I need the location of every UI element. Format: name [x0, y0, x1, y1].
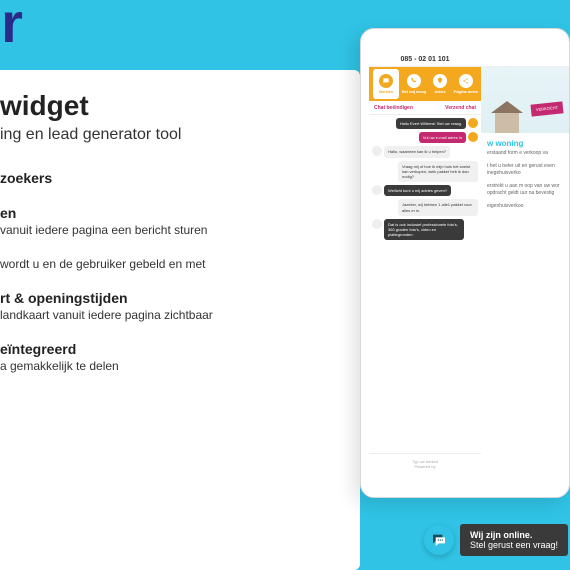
tablet-screen: 085 - 02 01 101 Bericht Bel mij terug	[369, 53, 569, 473]
phone-number-bar: 085 - 02 01 101	[369, 53, 481, 67]
page-paragraph: erstrekt u aan m oop van uw wor opdracht…	[481, 183, 569, 203]
feature-desc: landkaart vanuit iedere pagina zichtbaar	[0, 307, 350, 323]
toolbar-label: Adres	[434, 89, 445, 94]
chat-message: Wellicht kunt u mij advies geven?	[372, 185, 478, 196]
chat-message: Dat is ook inclusief professionele foto'…	[372, 219, 478, 241]
message-bubble: Wellicht kunt u mij advies geven?	[384, 185, 451, 196]
avatar	[468, 118, 478, 128]
message-bubble: Jazeker, wij hebben 1 alle1 pakket voor …	[398, 199, 478, 215]
feature-desc: vanuit iedere pagina een bericht sturen	[0, 222, 350, 238]
chat-popup[interactable]: Wij zijn online. Stel gerust een vraag!	[460, 524, 568, 556]
page-section-title: w woning	[481, 133, 569, 150]
feature-title: zoekers	[0, 170, 350, 187]
feature-desc: wordt u en de gebruiker gebeld en met	[0, 256, 350, 272]
feature-item: rt & openingstijden landkaart vanuit ied…	[0, 290, 350, 323]
end-chat-link[interactable]: Chat beëindigen	[374, 105, 413, 111]
chat-message: Vul uw e-mail adres in	[372, 132, 478, 143]
tablet-mockup: 085 - 02 01 101 Bericht Bel mij terug	[360, 28, 570, 498]
chat-footer: Typ uw bericht Powered by	[369, 453, 481, 473]
feature-title: rt & openingstijden	[0, 290, 350, 307]
chat-message: Jazeker, wij hebben 1 alle1 pakket voor …	[372, 199, 478, 215]
chat-popup-cta: Stel gerust een vraag!	[470, 540, 558, 550]
feature-item: wordt u en de gebruiker gebeld en met	[0, 256, 350, 272]
avatar	[372, 219, 382, 229]
page-topbar	[481, 53, 569, 67]
avatar	[372, 146, 382, 156]
page-hero: VERKOCHT	[481, 67, 569, 133]
page-domain: eigenhuisverkoo	[481, 203, 569, 216]
house-roof-graphic	[491, 101, 523, 113]
toolbar-label: Bel mij terug	[402, 89, 426, 94]
phone-icon	[407, 74, 421, 88]
message-icon	[379, 74, 393, 88]
chat-popup-status: Wij zijn online.	[470, 530, 558, 540]
feature-desc: a gemakkelijk te delen	[0, 358, 350, 374]
feature-item: en vanuit iedere pagina een bericht stur…	[0, 205, 350, 238]
toolbar-label: Bericht	[379, 89, 393, 94]
page-title: widget	[0, 90, 350, 122]
avatar	[468, 132, 478, 142]
sold-sign-text: VERKOCHT	[530, 101, 563, 116]
feature-title: en	[0, 205, 350, 222]
toolbar-button-share[interactable]: Pagina delen	[453, 69, 479, 99]
page-column: VERKOCHT w woning erstaand form e verkoo…	[481, 53, 569, 473]
powered-by-text: Powered by	[414, 464, 435, 469]
chat-header: Chat beëindigen Verzend chat	[369, 101, 481, 115]
page-paragraph: erstaand form e verkoop va	[481, 150, 569, 163]
toolbar-button-message[interactable]: Bericht	[373, 69, 399, 99]
message-bubble: Vraag mij of hoe ik mijn huis het snelst…	[398, 161, 478, 183]
avatar	[372, 185, 382, 195]
feature-item: eïntegreerd a gemakkelijk te delen	[0, 341, 350, 374]
sold-sign: VERKOCHT	[530, 101, 563, 116]
toolbar-button-address[interactable]: Adres	[427, 69, 453, 99]
chat-launcher-button[interactable]	[424, 525, 454, 555]
content-panel: widget ing en lead generator tool zoeker…	[0, 70, 360, 570]
page-subtitle: ing en lead generator tool	[0, 126, 350, 144]
chat-message: Vraag mij of hoe ik mijn huis het snelst…	[372, 161, 478, 183]
message-bubble: Dat is ook inclusief professionele foto'…	[384, 219, 464, 241]
send-chat-link[interactable]: Verzend chat	[445, 105, 476, 111]
message-bubble: Vul uw e-mail adres in	[419, 132, 466, 143]
toolbar-label: Pagina delen	[454, 89, 479, 94]
feature-item: zoekers	[0, 170, 350, 187]
chat-icon	[431, 532, 447, 548]
widget-toolbar: Bericht Bel mij terug Adres	[369, 67, 481, 101]
chat-widget[interactable]: Wij zijn online. Stel gerust een vraag!	[424, 524, 568, 556]
logo-part-2: r	[1, 0, 23, 54]
toolbar-button-callback[interactable]: Bel mij terug	[401, 69, 427, 99]
house-graphic	[495, 113, 519, 133]
chat-column: 085 - 02 01 101 Bericht Bel mij terug	[369, 53, 481, 473]
location-icon	[433, 74, 447, 88]
page-paragraph: t het u beter uit en gerust even inegehu…	[481, 163, 569, 183]
message-bubble: Hallo Evert Willems! Stel uw vraag.	[396, 118, 466, 129]
brand-logo: er	[0, 0, 23, 55]
share-icon	[459, 74, 473, 88]
chat-message: Hallo, waarmee kan ik u helpen?	[372, 146, 478, 157]
chat-message: Hallo Evert Willems! Stel uw vraag.	[372, 118, 478, 129]
feature-title: eïntegreerd	[0, 341, 350, 358]
message-bubble: Hallo, waarmee kan ik u helpen?	[384, 146, 450, 157]
chat-body[interactable]: Hallo Evert Willems! Stel uw vraag. Vul …	[369, 115, 481, 246]
